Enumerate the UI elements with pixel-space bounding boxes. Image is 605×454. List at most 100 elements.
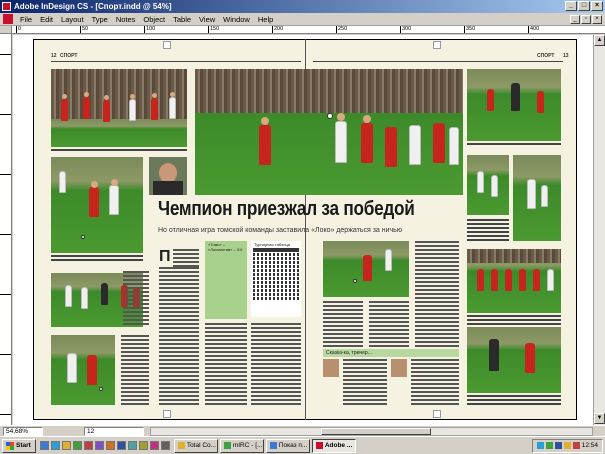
minimize-button[interactable]: _ bbox=[565, 1, 577, 11]
start-label: Start bbox=[16, 441, 31, 449]
menu-help[interactable]: Help bbox=[254, 13, 277, 25]
horizontal-ruler[interactable]: 0 50 100 150 200 250 300 350 400 bbox=[12, 26, 605, 34]
app-icon[interactable] bbox=[94, 441, 104, 450]
task-button-active[interactable]: Adobe ... bbox=[311, 438, 356, 453]
app-icon[interactable] bbox=[138, 441, 148, 450]
photo-main-match[interactable] bbox=[195, 69, 463, 195]
task-button[interactable]: Total Co... bbox=[173, 438, 218, 453]
horizontal-scrollbar[interactable] bbox=[150, 427, 593, 436]
player bbox=[61, 99, 68, 121]
desktop-icon[interactable] bbox=[39, 441, 49, 450]
app-icon[interactable] bbox=[160, 441, 170, 450]
ruler-tick bbox=[0, 174, 11, 175]
menu-type[interactable]: Type bbox=[88, 13, 112, 25]
photo-striker[interactable] bbox=[323, 241, 409, 297]
folio-section: СПОРТ bbox=[537, 53, 555, 59]
vertical-ruler[interactable] bbox=[0, 34, 12, 426]
tray-app-icon[interactable] bbox=[572, 442, 580, 449]
photo-header-duel[interactable] bbox=[467, 155, 509, 215]
scroll-thumb[interactable] bbox=[321, 428, 431, 435]
doc-close-button[interactable]: × bbox=[592, 15, 602, 24]
app-icon[interactable] bbox=[149, 441, 159, 450]
network-icon[interactable] bbox=[536, 442, 544, 449]
menu-table[interactable]: Table bbox=[169, 13, 195, 25]
start-button[interactable]: Start bbox=[2, 438, 36, 453]
status-bar: 54,68% 12 bbox=[0, 425, 605, 436]
text-column[interactable] bbox=[343, 359, 387, 407]
title-bar[interactable]: Adobe InDesign CS - [Спорт.indd @ 54%] _… bbox=[0, 0, 605, 13]
document-icon[interactable] bbox=[3, 14, 13, 24]
app-icon[interactable] bbox=[105, 441, 115, 450]
scroll-down-arrow[interactable]: ▼ bbox=[594, 413, 605, 424]
app-icon[interactable] bbox=[72, 441, 82, 450]
standings-table[interactable]: Турнирная таблица bbox=[251, 241, 301, 317]
menu-edit[interactable]: Edit bbox=[36, 13, 57, 25]
text-column[interactable] bbox=[411, 359, 459, 407]
doc-minimize-button[interactable]: _ bbox=[570, 15, 580, 24]
browser-icon[interactable] bbox=[50, 441, 60, 450]
language-icon[interactable] bbox=[554, 442, 562, 449]
vertical-scrollbar[interactable]: ▲ ▼ bbox=[593, 35, 605, 425]
photo-mini-portrait[interactable] bbox=[323, 359, 339, 377]
sidebar-banner[interactable]: Сказка-ка, тренер... bbox=[323, 349, 459, 357]
pasteboard[interactable]: 12 СПОРТ СПОРТ 13 Чемпион приезжал за по… bbox=[13, 35, 593, 425]
ruler-tick bbox=[0, 234, 11, 235]
doc-restore-button[interactable]: ▫ bbox=[581, 15, 591, 24]
text-column[interactable] bbox=[415, 241, 459, 347]
registration-mark bbox=[433, 410, 441, 418]
zoom-field[interactable]: 54,68% bbox=[3, 427, 43, 436]
menu-file[interactable]: File bbox=[16, 13, 36, 25]
scroll-up-arrow[interactable]: ▲ bbox=[594, 35, 605, 46]
text-column[interactable] bbox=[251, 323, 301, 407]
menu-view[interactable]: View bbox=[195, 13, 219, 25]
photo-team-row[interactable] bbox=[467, 249, 561, 313]
player bbox=[151, 98, 158, 120]
photo-referee[interactable] bbox=[467, 327, 561, 393]
jacket bbox=[153, 181, 183, 195]
player bbox=[547, 269, 554, 291]
photo-mini-portrait[interactable] bbox=[391, 359, 407, 377]
text-column[interactable] bbox=[205, 323, 247, 407]
article-headline[interactable]: Чемпион приезжал за победой bbox=[158, 198, 415, 221]
photo-tackle[interactable] bbox=[51, 157, 143, 253]
ruler-origin[interactable] bbox=[0, 26, 12, 34]
photo-caption bbox=[467, 315, 561, 325]
tray-app-icon[interactable] bbox=[545, 442, 553, 449]
photo-team-lineup[interactable] bbox=[51, 69, 187, 147]
text-column[interactable] bbox=[159, 267, 199, 407]
player bbox=[103, 100, 110, 122]
task-button[interactable]: Показ п... bbox=[265, 438, 310, 453]
photo-goalmouth[interactable] bbox=[467, 69, 561, 141]
stands bbox=[467, 249, 561, 263]
menu-object[interactable]: Object bbox=[139, 13, 169, 25]
menu-layout[interactable]: Layout bbox=[57, 13, 88, 25]
text-column[interactable] bbox=[369, 301, 409, 347]
text-column[interactable] bbox=[121, 335, 149, 405]
text-column[interactable] bbox=[323, 301, 363, 347]
folio-rule bbox=[313, 61, 563, 62]
folder-icon[interactable] bbox=[61, 441, 71, 450]
match-info-box[interactable]: «Томь» – «Локомотив» – 0:0 bbox=[205, 241, 247, 319]
menu-window[interactable]: Window bbox=[219, 13, 254, 25]
clock[interactable]: 12:54 bbox=[582, 442, 598, 449]
text-column[interactable] bbox=[173, 249, 199, 267]
maximize-button[interactable]: □ bbox=[578, 1, 590, 11]
player bbox=[169, 97, 176, 119]
photo-aerial-challenge[interactable] bbox=[513, 155, 561, 241]
close-button[interactable]: × bbox=[591, 1, 603, 11]
app-icon[interactable] bbox=[116, 441, 126, 450]
photo-coach-portrait[interactable] bbox=[149, 157, 187, 195]
page-field[interactable]: 12 bbox=[84, 427, 144, 436]
volume-icon[interactable] bbox=[563, 442, 571, 449]
photo-duel[interactable] bbox=[51, 335, 115, 405]
text-column[interactable] bbox=[123, 271, 149, 327]
player-head bbox=[91, 181, 98, 188]
system-tray: 12:54 bbox=[531, 438, 603, 453]
app-icon[interactable] bbox=[127, 441, 137, 450]
task-button[interactable]: mIRC - [... bbox=[219, 438, 264, 453]
app-icon[interactable] bbox=[83, 441, 93, 450]
menu-notes[interactable]: Notes bbox=[112, 13, 140, 25]
article-subhead[interactable]: Но отличная игра томской команды застави… bbox=[158, 227, 402, 234]
player bbox=[477, 171, 484, 193]
ruler-tick bbox=[0, 414, 11, 415]
